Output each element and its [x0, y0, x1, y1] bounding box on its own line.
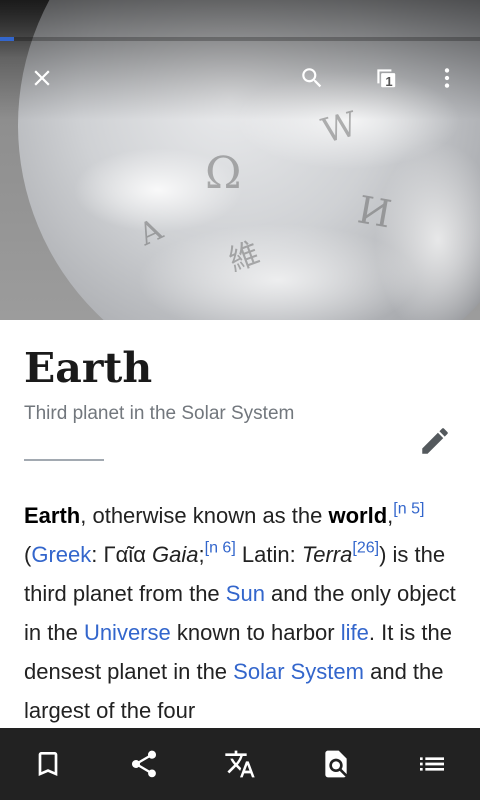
link-greek[interactable]: Greek [31, 542, 91, 567]
bottom-action-bar [0, 728, 480, 800]
text-run: Latin: [235, 542, 302, 567]
language-button[interactable] [208, 734, 272, 794]
text-run: known to harbor [170, 620, 341, 645]
lead-image[interactable]: Ω W 維 И A [0, 0, 480, 320]
link-universe[interactable]: Universe [84, 620, 171, 645]
contents-button[interactable] [400, 734, 464, 794]
edit-description-button[interactable] [412, 418, 458, 464]
find-in-page-icon [325, 750, 347, 778]
close-icon [34, 70, 50, 86]
link-life[interactable]: life [341, 620, 369, 645]
overflow-menu-icon [444, 68, 450, 88]
translate-icon [225, 750, 255, 778]
bookmark-icon [38, 752, 58, 776]
link-sun[interactable]: Sun [226, 581, 265, 606]
italic-term: Terra [301, 542, 353, 567]
italic-term: Gaia [152, 542, 199, 567]
find-in-page-button[interactable] [304, 734, 368, 794]
citation-ref[interactable]: [26] [352, 539, 379, 556]
contents-icon [420, 757, 444, 771]
tab-count: 1 [385, 73, 393, 89]
page-title: Earth [24, 344, 153, 392]
footnote-link[interactable]: [n 6] [205, 539, 236, 556]
share-button[interactable] [112, 734, 176, 794]
footnote-ref[interactable]: [n 5] [393, 500, 424, 517]
tabs-button[interactable]: 1 [362, 54, 410, 102]
text-run: : Γαῖα [91, 542, 153, 567]
share-icon [131, 750, 157, 778]
footnote-ref[interactable]: [n 6] [205, 539, 236, 556]
text-run: , otherwise known as the [80, 503, 329, 528]
footnote-link[interactable]: [n 5] [393, 500, 424, 517]
page-description: Third planet in the Solar System [24, 403, 295, 424]
citation-link[interactable]: [26] [352, 539, 379, 556]
search-button[interactable] [288, 54, 336, 102]
page-load-progress-fill [0, 37, 15, 41]
overflow-menu-button[interactable] [423, 54, 471, 102]
header-divider [24, 459, 104, 461]
page-load-progress [0, 37, 480, 41]
pencil-icon [422, 428, 448, 454]
link-solar-system[interactable]: Solar System [233, 659, 364, 684]
bold-term: world [328, 503, 388, 528]
close-button[interactable] [18, 54, 66, 102]
search-icon [302, 68, 322, 88]
article-lead-paragraph: Earth, otherwise known as the world,[n 5… [24, 496, 464, 730]
puzzle-glyph: Ω [205, 148, 242, 199]
bold-term: Earth [24, 503, 81, 528]
save-page-button[interactable] [16, 734, 80, 794]
